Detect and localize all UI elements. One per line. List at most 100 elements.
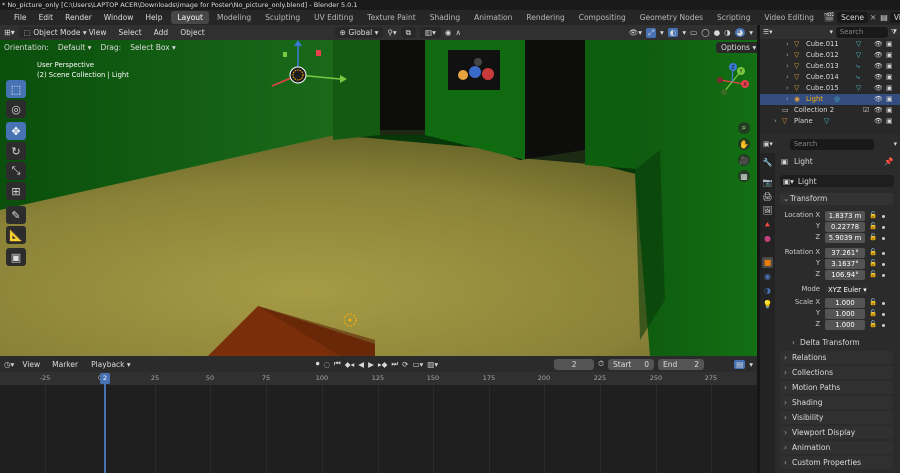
options-dropdown[interactable]: Options ▾ <box>716 42 762 53</box>
tool-add-cube-icon[interactable]: ▣ <box>6 248 26 266</box>
render-camera-icon[interactable]: ▣ <box>886 83 892 94</box>
panel-custom-properties[interactable]: Custom Properties <box>780 456 893 469</box>
render-camera-icon[interactable]: ▣ <box>886 50 892 61</box>
outliner-row-cube-011[interactable]: › ▽ Cube.011 ▽ 👁 ▣ <box>760 39 900 50</box>
menu-object[interactable]: Object <box>176 25 208 40</box>
timeline-ruler[interactable]: -25 0 25 50 75 100 125 150 175 200 225 2… <box>0 372 757 385</box>
editor-type-icon[interactable]: ⊞▾ <box>4 28 15 37</box>
jump-start-icon[interactable]: ⏮ <box>334 359 341 369</box>
tool-annotate-icon[interactable]: ✎ <box>6 206 26 224</box>
zoom-icon[interactable]: ⌕ <box>738 122 750 134</box>
scale-x-field[interactable]: 1.000 <box>825 298 865 308</box>
outliner-search-input[interactable]: Search <box>835 26 888 38</box>
outliner-row-plane[interactable]: › ▽ Plane ▽ 👁 ▣ <box>760 116 900 127</box>
outliner-editor-icon[interactable]: ☰▾ <box>763 28 773 36</box>
lock-icon[interactable]: 🔓 <box>869 270 877 278</box>
location-x-field[interactable]: 1.8373 m <box>825 211 865 221</box>
render-camera-icon[interactable]: ▣ <box>886 105 892 116</box>
outliner-row-collection-2[interactable]: ▭ Collection 2 ☑ 👁 ▣ <box>760 105 900 116</box>
render-tab-icon[interactable]: 📷 <box>762 177 773 188</box>
view-layer-selector[interactable]: ViewLayer <box>889 12 900 23</box>
record-icon[interactable]: ⏺ <box>316 359 320 369</box>
visibility-eye-icon[interactable]: 👁 <box>874 116 883 127</box>
playhead[interactable]: 2 <box>100 372 110 473</box>
camera-icon[interactable]: 🎥 <box>738 154 750 166</box>
outliner-funnel-icon[interactable]: ⧩ <box>891 28 897 37</box>
panel-viewport-display[interactable]: Viewport Display <box>780 426 893 439</box>
lock-icon[interactable]: 🔓 <box>869 309 877 317</box>
navigation-gizmo[interactable]: X Y Z <box>712 62 752 102</box>
timeline-menu-view[interactable]: View <box>18 357 44 372</box>
visibility-eye-icon[interactable]: 👁 <box>874 94 883 105</box>
render-camera-icon[interactable]: ▣ <box>886 39 892 50</box>
tool-select-icon[interactable]: ⬚ <box>6 80 26 98</box>
tab-layout[interactable]: Layout <box>171 11 209 24</box>
proportional-edit-icon[interactable]: ◉ <box>445 28 452 37</box>
keyframe-dot[interactable] <box>882 237 885 240</box>
properties-editor-icon[interactable]: ▣▾ <box>763 140 773 148</box>
keying-icon[interactable]: ◌ <box>323 360 330 369</box>
tab-scripting[interactable]: Scripting <box>711 11 756 24</box>
tool-rotate-icon[interactable]: ↻ <box>6 142 26 160</box>
keyframe-dot[interactable] <box>882 252 885 255</box>
rotation-x-field[interactable]: 37.261° <box>825 248 865 258</box>
play-icon[interactable]: ▶ <box>368 360 374 369</box>
timeline-menu-marker[interactable]: Marker <box>48 357 82 372</box>
tab-uv-editing[interactable]: UV Editing <box>308 11 359 24</box>
tab-video-editing[interactable]: Video Editing <box>758 11 820 24</box>
snap-toggle[interactable]: ⧉ <box>400 27 417 38</box>
rotation-z-field[interactable]: 106.94° <box>825 270 865 280</box>
outliner-row-cube-013[interactable]: › ▽ Cube.013 ⤷ 👁 ▣ <box>760 61 900 72</box>
keyframe-type-icon[interactable]: ▭▾ <box>412 360 423 369</box>
visibility-eye-icon[interactable]: 👁 <box>874 50 883 61</box>
gizmo-toggle-icon[interactable]: ⤢ <box>646 27 657 38</box>
menu-window[interactable]: Window <box>99 10 139 25</box>
lock-icon[interactable]: 🔓 <box>869 248 877 256</box>
pin-icon[interactable]: 📌 <box>884 157 893 166</box>
world-tab-icon[interactable]: ● <box>762 233 773 244</box>
jump-end-icon[interactable]: ⏭ <box>391 359 398 369</box>
rotation-mode-dropdown[interactable]: XYZ Euler ▾ <box>825 285 867 295</box>
location-z-field[interactable]: 5.9039 m <box>825 233 865 243</box>
outliner-row-light[interactable]: › ◉ Light ◎ 👁 ▣ <box>760 94 900 105</box>
shading-solid-icon[interactable]: ● <box>714 28 721 37</box>
menu-render[interactable]: Render <box>60 10 97 25</box>
outliner-row-cube-012[interactable]: › ▽ Cube.012 ▽ 👁 ▣ <box>760 50 900 61</box>
tool-measure-icon[interactable]: 📐 <box>6 226 26 244</box>
outliner-filter-icon[interactable]: ▾ <box>830 28 833 36</box>
start-frame-field[interactable]: Start 0 <box>608 358 655 370</box>
panel-shading[interactable]: Shading <box>780 396 893 409</box>
scale-y-field[interactable]: 1.000 <box>825 309 865 319</box>
view-layer-tab-icon[interactable]: 🖼 <box>762 205 773 216</box>
stopwatch-icon[interactable]: ⏱ <box>598 359 604 369</box>
timeline-area[interactable] <box>0 385 757 473</box>
properties-options-icon[interactable]: ▾ <box>894 140 897 148</box>
lock-icon[interactable]: 🔓 <box>869 259 877 267</box>
visibility-eye-icon[interactable]: 👁 <box>874 39 883 50</box>
render-camera-icon[interactable]: ▣ <box>886 94 892 105</box>
panel-motion-paths[interactable]: Motion Paths <box>780 381 893 394</box>
keyframe-dot[interactable] <box>882 274 885 277</box>
auto-key-icon[interactable]: ⟳ <box>402 360 408 369</box>
visibility-icon[interactable]: 👁▾ <box>629 28 642 37</box>
next-key-icon[interactable]: ▸◆ <box>378 360 388 369</box>
lock-icon[interactable]: 🔓 <box>869 320 877 328</box>
menu-select[interactable]: Select <box>115 25 146 40</box>
outliner-row-cube-014[interactable]: › ▽ Cube.014 ⤷ 👁 ▣ <box>760 72 900 83</box>
tool-tab-icon[interactable]: 🔧 <box>762 157 773 168</box>
play-reverse-icon[interactable]: ◀ <box>358 360 364 369</box>
tab-rendering[interactable]: Rendering <box>520 11 570 24</box>
outliner-row-cube-015[interactable]: › ▽ Cube.015 ▽ 👁 ▣ <box>760 83 900 94</box>
panel-animation[interactable]: Animation <box>780 441 893 454</box>
transform-panel-header[interactable]: ⌄ Transform <box>780 193 893 205</box>
visibility-eye-icon[interactable]: 👁 <box>874 83 883 94</box>
shading-wireframe-icon[interactable]: ◯ <box>701 28 709 37</box>
pan-hand-icon[interactable]: ✋ <box>738 138 750 150</box>
falloff-icon[interactable]: ∧ <box>455 28 461 37</box>
drag-dropdown[interactable]: Select Box ▾ <box>125 42 181 53</box>
keyframe-dot[interactable] <box>882 215 885 218</box>
menu-edit[interactable]: Edit <box>34 10 59 25</box>
transform-orientation-dropdown[interactable]: ⊕ Global ▾ <box>334 27 384 38</box>
tool-scale-icon[interactable]: ⤡ <box>6 162 26 180</box>
tab-shading[interactable]: Shading <box>424 11 466 24</box>
